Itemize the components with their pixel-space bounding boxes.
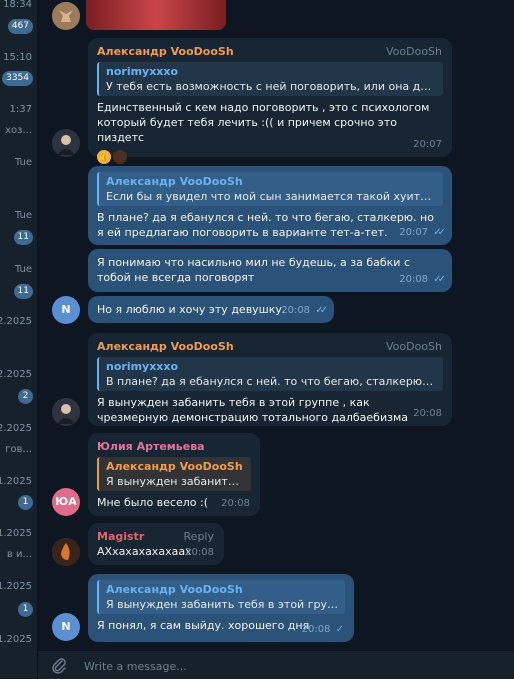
user-avatar[interactable] [52, 538, 80, 566]
paperclip-icon[interactable] [50, 656, 68, 674]
message-bubble-outgoing[interactable]: Александр VooDooSh Я вынужден забанить т… [88, 574, 354, 642]
user-avatar[interactable]: N [52, 613, 80, 641]
message-time: 20:08 ✓ [302, 622, 344, 637]
quote-author: Александр VooDooSh [106, 175, 243, 188]
message-bubble-outgoing[interactable]: Александр VooDooSh Если бы я увидел что … [88, 166, 452, 245]
double-check-icon: ✓✓ [433, 227, 446, 238]
compose-bar [38, 650, 514, 679]
unread-badge[interactable]: 467 [7, 19, 33, 34]
user-avatar[interactable] [52, 398, 80, 426]
chat-date: 2.2025 [0, 369, 32, 380]
check-icon: ✓ [335, 624, 344, 635]
message-time: 20:08 ✓✓ [399, 272, 446, 287]
unread-badge[interactable]: 3354 [2, 71, 33, 86]
unread-badge[interactable]: 2 [18, 389, 33, 404]
chat-time: 15:10 [3, 52, 32, 63]
chat-preview: в и... [6, 549, 32, 560]
double-check-icon: ✓✓ [433, 274, 446, 285]
chat-date: 1.2025 [0, 634, 32, 645]
message-time: 20:08 [413, 408, 442, 419]
chat-date: 2.2025 [0, 423, 32, 434]
chat-area: Александр VooDooSh VooDooSh norimyxxxo У… [38, 0, 514, 650]
message-bubble[interactable]: Александр VooDooSh VooDooSh norimyxxxo У… [88, 38, 452, 164]
message-time: 20:07 [413, 139, 442, 150]
fire-avatar-icon [52, 538, 80, 566]
chat-time: Tue [14, 210, 32, 221]
user-reaction-icon[interactable] [113, 150, 127, 164]
user-avatar[interactable]: N [52, 296, 80, 324]
quote-text: Я вынужден забанить те... [106, 475, 244, 488]
media-image[interactable] [86, 0, 226, 30]
quote-text: Я вынужден забанить тебя в этой группе ,… [106, 598, 338, 611]
message-time: 20:08 ✓✓ [281, 303, 328, 318]
reply-button[interactable]: Reply [184, 529, 214, 544]
message-text: Я вынужден забанить тебя в этой группе ,… [97, 396, 408, 424]
reply-quote[interactable]: Александр VooDooSh Если бы я увидел что … [97, 172, 443, 206]
chat-time: Tue [14, 264, 32, 275]
person-avatar-icon [52, 398, 80, 426]
sender-name[interactable]: Юлия Артемьева [97, 439, 251, 454]
user-avatar[interactable] [52, 129, 80, 157]
message-bubble[interactable]: Юлия Артемьева Александр VooDooSh Я выну… [88, 433, 260, 516]
user-avatar[interactable]: ЮА [52, 488, 80, 516]
quote-text: В плане? да я ебанулся с ней. то что бег… [106, 375, 436, 388]
message-text: В плане? да я ебанулся с ней. то что бег… [97, 211, 434, 239]
unread-badge[interactable]: 11 [13, 284, 33, 299]
chat-time: 18:34 [3, 0, 32, 10]
reply-quote[interactable]: Александр VooDooSh Я вынужден забанить т… [97, 457, 251, 491]
time-label: 20:08 [399, 274, 429, 285]
message-time: 20:08 [185, 547, 214, 558]
chat-time: Tue [14, 157, 32, 168]
double-check-icon: ✓✓ [315, 305, 328, 316]
sender-signature: VooDooSh [385, 340, 442, 353]
quote-author: norimyxxxo [106, 360, 179, 373]
quote-author: norimyxxxo [106, 65, 179, 78]
message-bubble-outgoing[interactable]: Я понимаю что насильно мил не будешь, а … [88, 249, 452, 292]
time-label: 20:08 [301, 624, 331, 635]
quote-author: Александр VooDooSh [106, 583, 243, 596]
reply-quote[interactable]: Александр VooDooSh Я вынужден забанить т… [97, 580, 345, 614]
fox-avatar-icon [52, 2, 80, 30]
person-avatar-icon [52, 129, 80, 157]
chat-date: 2.2025 [0, 316, 32, 327]
quote-text: Если бы я увидел что мой сын занимается … [106, 190, 436, 203]
chat-date: 1.2025 [0, 581, 32, 592]
user-avatar[interactable] [52, 2, 80, 30]
unread-badge[interactable]: 11 [13, 230, 33, 245]
message-bubble-outgoing[interactable]: Но я люблю и хочу эту девушку. 20:08 ✓✓ [88, 296, 334, 323]
message-time: 20:07 ✓✓ [399, 225, 446, 240]
time-label: 20:07 [399, 227, 429, 238]
message-text: Единственный с кем надо поговорить , это… [97, 101, 430, 144]
message-time: 20:08 [221, 498, 250, 509]
sender-signature: VooDooSh [385, 45, 442, 58]
chat-date: 1.2025 [0, 528, 32, 539]
chat-list-sidebar: 18:34 467 15:10 3354 1:37 хоз... Tue Tue… [0, 0, 38, 678]
quote-text: У тебя есть возможность с ней поговорить… [106, 80, 436, 93]
message-bubble[interactable]: Magistr Reply АХхахахахахаах 20:08 [88, 523, 224, 565]
unread-badge[interactable]: 1 [18, 495, 33, 510]
message-text: Я понимаю что насильно мил не будешь, а … [97, 256, 411, 284]
time-label: 20:08 [281, 305, 311, 316]
thumbs-up-reaction-icon[interactable]: 👍 [97, 150, 111, 164]
chat-date: 1.2025 [0, 476, 32, 487]
message-input[interactable] [82, 657, 486, 675]
chat-preview: хоз... [5, 125, 32, 136]
chat-time: 1:37 [9, 104, 32, 115]
reply-quote[interactable]: norimyxxxo В плане? да я ебанулся с ней.… [97, 357, 443, 391]
message-bubble[interactable]: Александр VooDooSh VooDooSh norimyxxxo В… [88, 333, 452, 426]
reply-quote[interactable]: norimyxxxo У тебя есть возможность с ней… [97, 62, 443, 96]
quote-author: Александр VooDooSh [106, 460, 243, 473]
chat-preview: гов... [5, 444, 32, 455]
reactions[interactable]: 👍 [97, 149, 443, 164]
unread-badge[interactable]: 1 [18, 602, 33, 617]
